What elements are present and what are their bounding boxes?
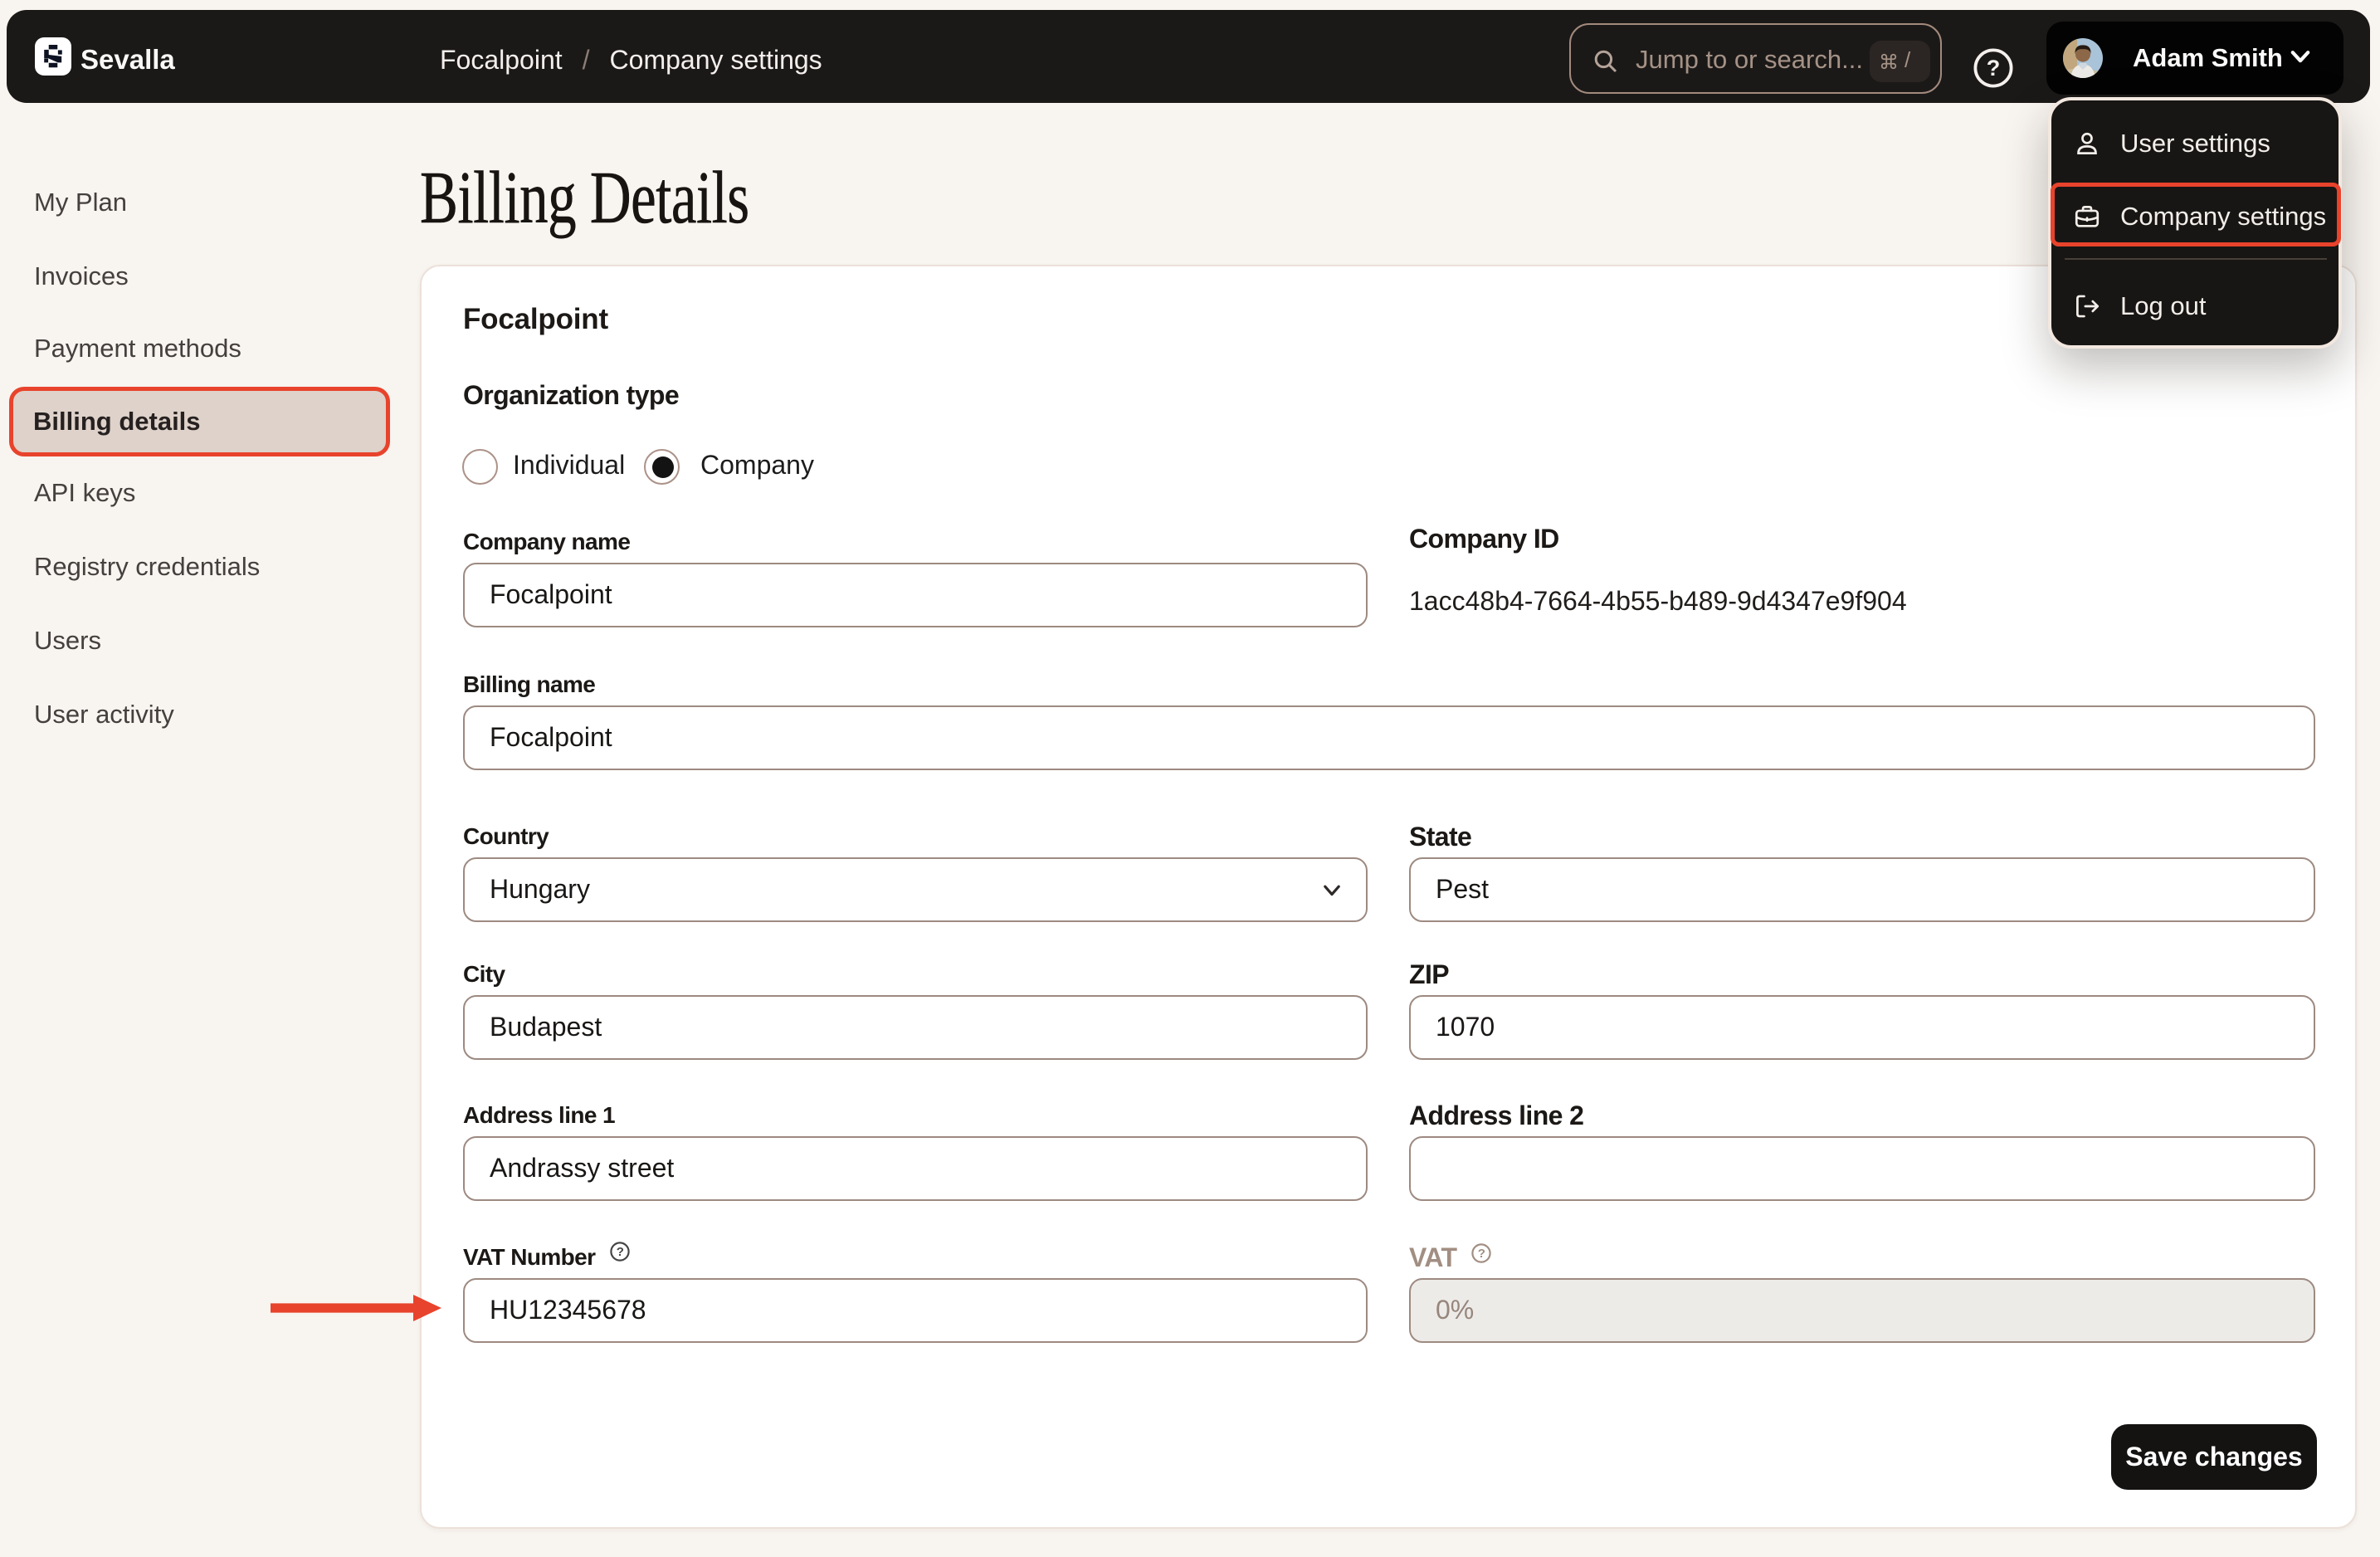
svg-text:?: ? (1478, 1247, 1485, 1261)
svg-text:?: ? (1987, 56, 2001, 81)
svg-text:?: ? (617, 1245, 624, 1259)
